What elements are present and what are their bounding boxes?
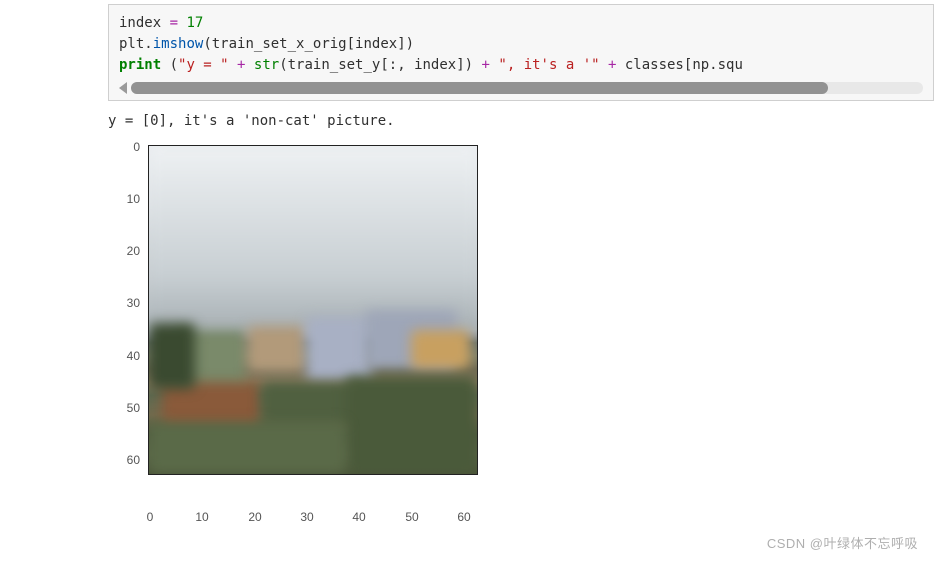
y-tick-label: 10 xyxy=(114,192,140,206)
token: squ xyxy=(718,57,743,73)
x-tick-label: 40 xyxy=(347,510,371,524)
token: train_set_y xyxy=(288,57,381,73)
token: + xyxy=(600,57,625,73)
token: ) xyxy=(406,36,414,52)
token: plt xyxy=(119,36,144,52)
token: classes xyxy=(625,57,684,73)
token: str xyxy=(254,57,279,73)
x-tick-label: 10 xyxy=(190,510,214,524)
token: [ xyxy=(380,57,388,73)
token: ] xyxy=(456,57,464,73)
token: [ xyxy=(347,36,355,52)
token: np xyxy=(692,57,709,73)
token: + xyxy=(229,57,254,73)
code-line-1: index = 17 xyxy=(119,13,923,34)
y-tick-label: 30 xyxy=(114,296,140,310)
y-tick-label: 40 xyxy=(114,349,140,363)
output-area: y = [0], it's a 'non-cat' picture. xyxy=(108,113,936,129)
scroll-left-icon[interactable] xyxy=(119,82,127,94)
y-tick-label: 0 xyxy=(114,140,140,154)
token: index xyxy=(414,57,456,73)
token: print xyxy=(119,57,161,73)
plot-image xyxy=(148,145,478,475)
token: :, xyxy=(389,57,414,73)
code-cell[interactable]: index = 17 plt.imshow(train_set_x_orig[i… xyxy=(108,4,934,101)
token: ) xyxy=(465,57,473,73)
token: index xyxy=(119,15,161,31)
token: ( xyxy=(161,57,178,73)
horizontal-scrollbar[interactable] xyxy=(119,82,923,98)
image-plot: 0 10 20 30 40 50 60 0 10 20 30 40 50 60 xyxy=(108,139,508,534)
y-tick-label: 20 xyxy=(114,244,140,258)
token: "y = " xyxy=(178,57,229,73)
token: ", it's a '" xyxy=(498,57,599,73)
token: index xyxy=(355,36,397,52)
scroll-track[interactable] xyxy=(131,82,923,94)
token: imshow xyxy=(153,36,204,52)
token: . xyxy=(144,36,152,52)
x-tick-label: 50 xyxy=(400,510,424,524)
scroll-thumb[interactable] xyxy=(131,82,828,94)
y-tick-label: 50 xyxy=(114,401,140,415)
x-tick-label: 60 xyxy=(452,510,476,524)
token: ( xyxy=(279,57,287,73)
x-tick-label: 20 xyxy=(243,510,267,524)
watermark-text: CSDN @叶绿体不忘呼吸 xyxy=(767,533,918,552)
x-tick-label: 30 xyxy=(295,510,319,524)
y-tick-label: 60 xyxy=(114,453,140,467)
token: = xyxy=(170,15,178,31)
token: . xyxy=(709,57,717,73)
token: 17 xyxy=(186,15,203,31)
code-line-2: plt.imshow(train_set_x_orig[index]) xyxy=(119,34,923,55)
code-line-3: print ("y = " + str(train_set_y[:, index… xyxy=(119,55,923,76)
x-tick-label: 0 xyxy=(138,510,162,524)
token: + xyxy=(473,57,498,73)
token: ( xyxy=(203,36,211,52)
output-text: y = [0], it's a 'non-cat' picture. xyxy=(108,113,936,129)
token: train_set_x_orig xyxy=(212,36,347,52)
token: ] xyxy=(397,36,405,52)
